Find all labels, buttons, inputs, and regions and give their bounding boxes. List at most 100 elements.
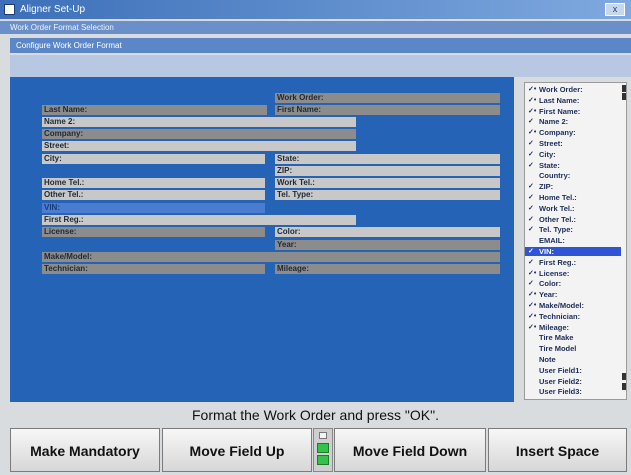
check-icon: ✓ xyxy=(528,150,534,158)
check-icon: ✓ xyxy=(528,183,534,191)
field-list-item[interactable]: ✓• Last Name: xyxy=(525,96,621,105)
field-list-item[interactable]: ✓• First Name: xyxy=(525,107,621,116)
field-list-item[interactable]: ✓• Work Order: xyxy=(525,85,621,94)
field-list-item[interactable]: ✓ VIN: xyxy=(525,247,621,256)
scroll-up-arrow-2[interactable] xyxy=(622,93,626,100)
field-list-item[interactable]: ✓ Street: xyxy=(525,139,621,148)
field-work-tel[interactable]: Work Tel.: xyxy=(275,178,500,188)
field-vin[interactable]: VIN: xyxy=(42,203,265,213)
field-license[interactable]: License: xyxy=(42,227,265,237)
field-list-item[interactable]: ✓ Home Tel.: xyxy=(525,193,621,202)
field-list-item[interactable]: ✓ State: xyxy=(525,161,621,170)
check-icon: ✓• xyxy=(528,302,537,309)
field-list-item-label: Name 2: xyxy=(539,117,569,127)
header-band xyxy=(10,55,631,77)
field-last-name[interactable]: Last Name: xyxy=(42,105,267,115)
field-list-item[interactable]: ✓ Color: xyxy=(525,279,621,288)
scroll-down-arrow[interactable] xyxy=(622,373,626,380)
check-icon: ✓ xyxy=(528,194,534,201)
check-icon: ✓• xyxy=(528,269,537,277)
field-list-item[interactable]: Tire Make xyxy=(525,333,621,342)
scroll-up-arrow[interactable] xyxy=(622,85,626,92)
field-other-tel[interactable]: Other Tel.: xyxy=(42,190,265,200)
check-icon: ✓• xyxy=(528,96,537,104)
close-button[interactable]: x xyxy=(605,3,625,16)
field-list-item-label: User Field3: xyxy=(539,387,582,397)
insert-space-button[interactable]: Insert Space xyxy=(488,428,627,472)
field-state[interactable]: State: xyxy=(275,154,500,164)
field-mileage[interactable]: Mileage: xyxy=(275,264,500,274)
field-street[interactable]: Street: xyxy=(42,141,356,151)
check-icon: ✓• xyxy=(528,323,537,331)
field-list-item-label: EMAIL: xyxy=(539,236,565,246)
scroll-down-arrow-2[interactable] xyxy=(622,383,626,390)
field-list-item[interactable]: ✓• Company: xyxy=(525,128,621,137)
field-list-item[interactable]: User Field2: xyxy=(525,377,621,386)
field-list-item-label: City: xyxy=(539,149,556,159)
field-list-item[interactable]: ✓ Name 2: xyxy=(525,117,621,126)
field-list-item[interactable]: ✓• Technician: xyxy=(525,312,621,321)
field-home-tel[interactable]: Home Tel.: xyxy=(42,178,265,188)
field-list-item[interactable]: Note xyxy=(525,355,621,364)
field-list-item-label: VIN: xyxy=(539,247,554,256)
check-icon: ✓ xyxy=(528,204,534,212)
field-list-item[interactable]: Tire Model xyxy=(525,344,621,353)
field-list-item[interactable]: User Field3: xyxy=(525,387,621,396)
field-list-item-label: State: xyxy=(539,160,560,170)
check-icon: ✓ xyxy=(528,215,534,223)
field-list-item[interactable]: User Field1: xyxy=(525,366,621,375)
field-list-item-label: Tire Model xyxy=(539,344,577,354)
check-icon: ✓• xyxy=(528,129,537,137)
check-icon: ✓ xyxy=(528,258,534,266)
make-mandatory-button[interactable]: Make Mandatory xyxy=(10,428,160,472)
breadcrumb-configure-format: Configure Work Order Format xyxy=(10,38,631,53)
instruction-text: Format the Work Order and press "OK". xyxy=(192,407,439,423)
field-list-item[interactable]: ✓• License: xyxy=(525,269,621,278)
field-list-item-label: Company: xyxy=(539,128,576,138)
check-icon: ✓• xyxy=(528,291,537,299)
check-icon: ✓• xyxy=(528,107,537,115)
status-indicator xyxy=(313,428,333,472)
field-technician[interactable]: Technician: xyxy=(42,264,265,274)
field-list-item-label: Make/Model: xyxy=(539,301,585,310)
field-make-model[interactable]: Make/Model: xyxy=(42,252,500,262)
field-list-item[interactable]: ✓• Year: xyxy=(525,290,621,299)
field-work-order[interactable]: Work Order: xyxy=(275,93,500,103)
field-list-item[interactable]: EMAIL: xyxy=(525,236,621,245)
field-list-item[interactable]: ✓• Make/Model: xyxy=(525,301,621,310)
work-order-layout-panel[interactable]: Work Order: Last Name: First Name: Name 2: C… xyxy=(10,77,514,402)
field-list-item-label: Tire Make xyxy=(539,333,574,343)
field-tel-type[interactable]: Tel. Type: xyxy=(275,190,500,200)
field-name-2[interactable]: Name 2: xyxy=(42,117,356,127)
field-list-item-label: Year: xyxy=(539,290,558,300)
app-icon xyxy=(4,4,15,15)
window-title: Aligner Set-Up xyxy=(20,4,86,15)
field-first-reg[interactable]: First Reg.: xyxy=(42,215,356,225)
field-list-item-label: Other Tel.: xyxy=(539,214,576,224)
check-icon: ✓• xyxy=(528,86,537,93)
field-list-item-label: ZIP: xyxy=(539,182,554,192)
field-color[interactable]: Color: xyxy=(275,227,500,237)
field-list-item[interactable]: ✓ Tel. Type: xyxy=(525,225,621,234)
field-city[interactable]: City: xyxy=(42,154,265,164)
move-field-down-button[interactable]: Move Field Down xyxy=(334,428,486,472)
field-list-item-label: First Name: xyxy=(539,106,581,116)
move-field-up-button[interactable]: Move Field Up xyxy=(162,428,312,472)
field-list-item-label: License: xyxy=(539,268,570,278)
field-list-item[interactable]: ✓ Work Tel.: xyxy=(525,204,621,213)
field-list-item-label: Mileage: xyxy=(539,322,570,332)
field-zip[interactable]: ZIP: xyxy=(275,166,500,176)
indicator-green-segment-bottom xyxy=(317,455,329,465)
field-year[interactable]: Year: xyxy=(275,240,500,250)
field-list-item[interactable]: ✓• Mileage: xyxy=(525,323,621,332)
field-list-item[interactable]: ✓ City: xyxy=(525,150,621,159)
field-list[interactable]: ✓• Work Order: ✓• Last Name: ✓• First Name: ✓ N… xyxy=(524,82,627,400)
field-company[interactable]: Company: xyxy=(42,129,356,139)
field-list-item-label: Home Tel.: xyxy=(539,193,577,202)
field-first-name[interactable]: First Name: xyxy=(275,105,500,115)
field-list-item[interactable]: ✓ First Reg.: xyxy=(525,258,621,267)
field-list-item[interactable]: Country: xyxy=(525,171,621,180)
field-list-item[interactable]: ✓ ZIP: xyxy=(525,182,621,191)
field-list-item[interactable]: ✓ Other Tel.: xyxy=(525,215,621,224)
check-icon: ✓ xyxy=(528,248,534,255)
